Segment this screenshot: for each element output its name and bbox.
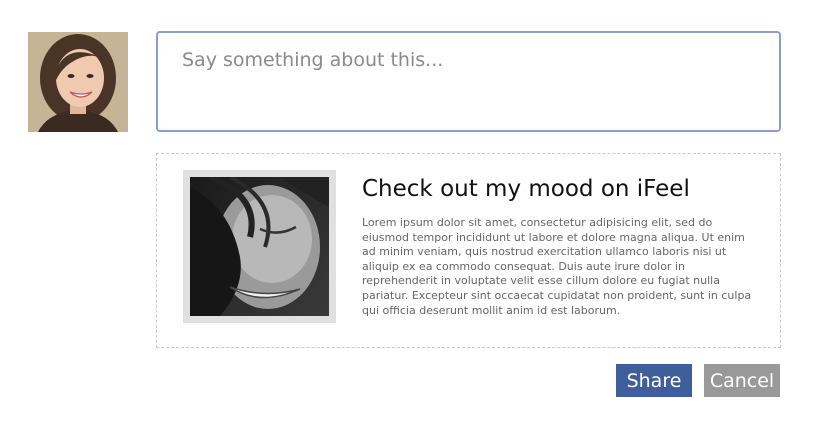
preview-title: Check out my mood on iFeel [362,176,690,202]
share-preview-card: Check out my mood on iFeel Lorem ipsum d… [156,153,781,348]
user-avatar [28,32,128,132]
share-dialog: Check out my mood on iFeel Lorem ipsum d… [0,0,834,430]
comment-input[interactable] [158,33,779,130]
avatar-photo [28,32,128,132]
preview-description: Lorem ipsum dolor sit amet, consectetur … [362,216,752,317]
preview-thumbnail [190,177,329,316]
comment-input-box[interactable] [156,31,781,132]
cancel-button[interactable]: Cancel [704,364,780,397]
share-button[interactable]: Share [616,364,692,397]
thumbnail-photo [190,177,329,316]
preview-thumbnail-frame [183,170,336,323]
